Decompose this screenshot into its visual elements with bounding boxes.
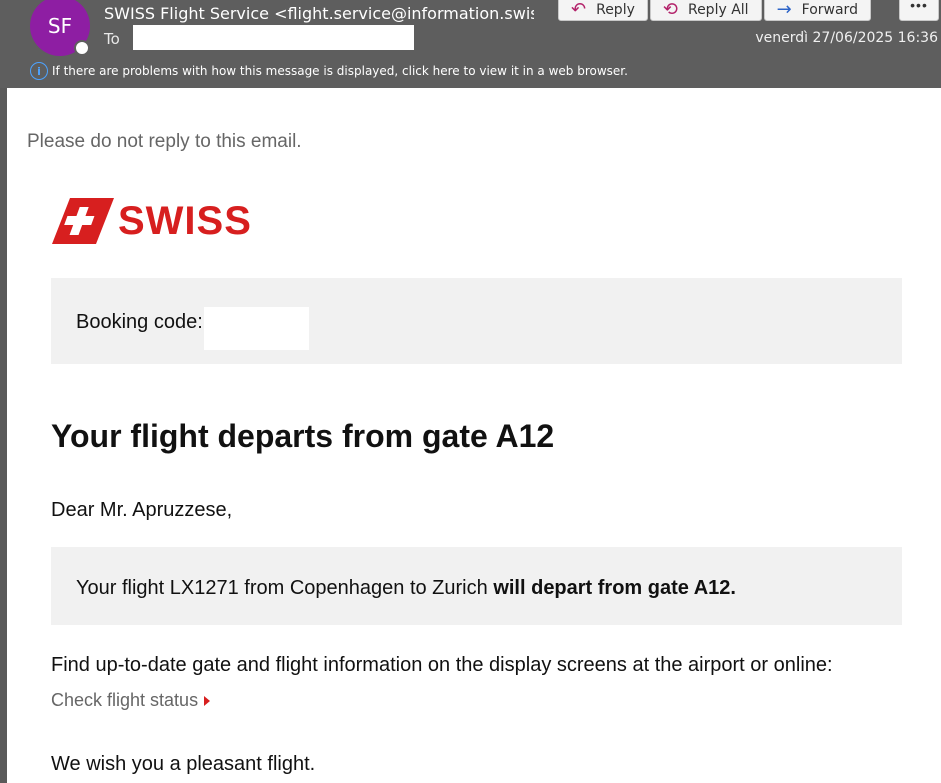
email-body: Please do not reply to this email. SWISS… [7, 88, 941, 783]
message-date: venerdì 27/06/2025 16:36 [755, 30, 938, 46]
noreply-notice: Please do not reply to this email. [27, 131, 302, 152]
salutation: Dear Mr. Apruzzese, [51, 499, 233, 521]
presence-status-icon [74, 40, 90, 56]
flight-info-bold: will depart from gate A12. [493, 577, 736, 599]
swiss-flag-icon [52, 198, 114, 244]
check-flight-status-link[interactable]: Check flight status [51, 690, 211, 711]
more-actions-button[interactable]: ••• [899, 0, 939, 21]
swiss-logo: SWISS [52, 198, 251, 244]
forward-label: Forward [801, 1, 858, 18]
display-problem-infobar[interactable]: i If there are problems with how this me… [30, 62, 628, 80]
flight-info-normal: Your flight LX1271 from Copenhagen to Zu… [76, 577, 494, 599]
avatar-initials: SF [47, 14, 73, 38]
reply-all-button[interactable]: ⟲ Reply All [649, 0, 762, 21]
reply-all-label: Reply All [687, 1, 749, 18]
message-actions: ↶ Reply ⟲ Reply All → Forward [558, 0, 871, 21]
booking-code-redacted [204, 307, 309, 350]
recipient-redacted [133, 25, 414, 50]
sender-name[interactable]: SWISS Flight Service <flight.service@inf… [104, 4, 534, 26]
email-headline: Your flight departs from gate A12 [51, 418, 555, 454]
flight-info-box: Your flight LX1271 from Copenhagen to Zu… [51, 547, 902, 625]
closing-text: We wish you a pleasant flight. [51, 753, 316, 775]
to-label: To [104, 30, 120, 48]
booking-code-box: Booking code: [51, 278, 902, 364]
message-header: SF SWISS Flight Service <flight.service@… [0, 0, 941, 88]
caret-right-icon [204, 695, 211, 706]
infobar-text[interactable]: If there are problems with how this mess… [52, 64, 628, 78]
forward-button[interactable]: → Forward [763, 0, 871, 21]
forward-icon: → [776, 0, 792, 20]
flight-info-text: Your flight LX1271 from Copenhagen to Zu… [76, 577, 736, 600]
reply-button[interactable]: ↶ Reply [558, 0, 648, 21]
reply-all-icon: ⟲ [662, 0, 678, 20]
reply-label: Reply [596, 1, 635, 18]
info-icon: i [30, 62, 48, 80]
check-flight-status-label[interactable]: Check flight status [51, 690, 198, 711]
booking-code-label: Booking code: [76, 311, 203, 333]
find-info-text: Find up-to-date gate and flight informat… [51, 654, 833, 676]
reply-icon: ↶ [571, 0, 587, 20]
logo-wordmark: SWISS [118, 199, 252, 243]
